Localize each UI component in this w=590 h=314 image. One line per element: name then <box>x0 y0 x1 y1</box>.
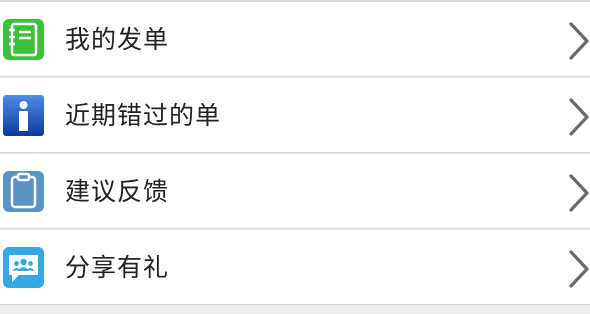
menu-item-label: 分享有礼 <box>65 253 170 282</box>
chevron-right-icon <box>568 249 590 289</box>
menu-item-feedback[interactable]: 建议反馈 <box>0 154 590 229</box>
clipboard-icon <box>1 169 46 214</box>
menu-item-my-orders[interactable]: 我的发单 <box>0 2 590 77</box>
chevron-right-icon <box>568 21 590 61</box>
bottom-background <box>0 306 590 314</box>
menu-item-missed-orders[interactable]: 近期错过的单 <box>0 78 590 153</box>
menu-item-label: 建议反馈 <box>65 177 170 206</box>
chevron-right-icon <box>568 97 590 137</box>
menu-list: 我的发单 近期错过的单 建议反馈 分享有礼 <box>0 0 590 314</box>
share-chat-icon <box>1 245 46 290</box>
menu-item-label: 近期错过的单 <box>65 101 222 130</box>
menu-item-share-rewards[interactable]: 分享有礼 <box>0 230 590 305</box>
menu-item-label: 我的发单 <box>65 25 170 54</box>
blue-info-icon <box>1 93 46 138</box>
chevron-right-icon <box>568 173 590 213</box>
green-notebook-icon <box>1 17 46 62</box>
